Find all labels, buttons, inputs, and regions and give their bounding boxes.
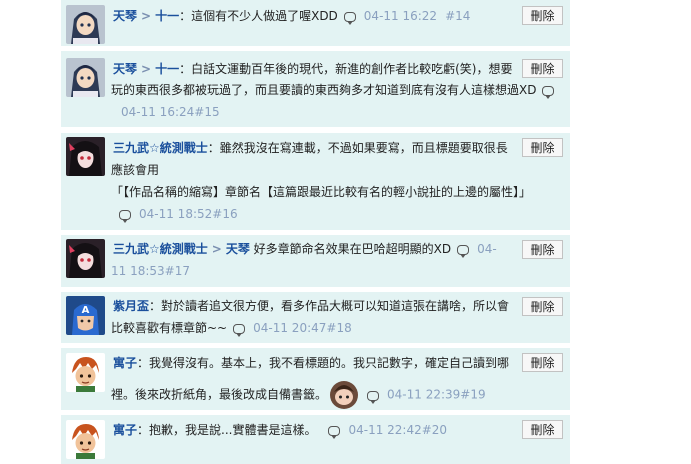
reply-bubble-icon[interactable] [457,245,470,258]
comment-row: A 紫月盃：對於讀者追文很方便，看多作品大概可以知道這張在講啥，所以會 比較喜歡… [61,292,570,343]
avatar[interactable] [66,137,105,176]
comment-text: ：對於讀者追文很方便，看多作品大概可以知道這張在講啥，所以會 [149,299,510,313]
delete-button[interactable]: 刪除 [522,6,563,25]
avatar[interactable] [66,420,105,459]
reply-arrow-icon: > [211,242,222,256]
comment-text: 比較喜歡有標章節~~ [111,321,228,335]
comment-text: 「【作品名稱的縮寫】章節名【這篇跟最近比較有名的輕小說扯的上邊的屬性】」 [111,185,532,199]
comment-row: 寓子：我覺得沒有。基本上，我不看標題的。我只記數字，確定自己讀到哪 裡。後來改折… [61,348,570,410]
reply-bubble-icon[interactable] [328,426,341,439]
reply-to-user[interactable]: 十一 [155,62,179,76]
floor-number: #19 [460,387,486,402]
comment-board: 天琴 > 十一：這個有不少人做過了喔XDD 04-11 16:22 #14 刪除 天琴 >… [61,0,570,464]
username[interactable]: 天琴 [113,62,137,76]
sticker-image [329,380,359,410]
username[interactable]: 天琴 [113,9,137,23]
floor-number: #17 [164,264,190,278]
reply-bubble-icon[interactable] [367,390,380,404]
delete-button[interactable]: 刪除 [522,59,563,78]
reply-to-user[interactable]: 天琴 [226,242,250,256]
floor-number: #14 [445,9,471,23]
reply-arrow-icon: > [141,62,152,76]
comment-text: 玩的東西很多都被玩過了，而且要讀的東西夠多才知道到底有沒有人這樣想過XD [111,83,537,97]
delete-button[interactable]: 刪除 [522,420,563,439]
comment-text: 裡。後來改折紙角，最後改成自備書籤。 [111,387,328,402]
comment-row: 三九武☆統測戰士：雖然我沒在寫連載，不過如果要寫，而且標題要取很長 應該會用 「… [61,133,570,230]
username[interactable]: 紫月盃 [113,299,149,313]
floor-number: #16 [212,207,238,221]
reply-to-user[interactable]: 十一 [155,9,179,23]
floor-number: #15 [194,105,220,119]
comment-text: ：這個有不少人做過了喔XDD [179,9,338,23]
comment-row: 三九武☆統測戰士 > 天琴 好多章節命名效果在巴哈超明顯的XD 04- 11 18:5… [61,235,570,287]
comment-text: ：抱歉，我是說...實體書是這樣。 [137,423,317,437]
comment-text: ：我覺得沒有。基本上，我不看標題的。我只記數字，確定自己讀到哪 [137,356,510,370]
delete-button[interactable]: 刪除 [522,240,563,259]
avatar[interactable] [66,239,105,278]
avatar[interactable] [66,58,105,97]
username[interactable]: 寓子 [113,423,137,437]
reply-bubble-icon[interactable] [343,12,356,25]
reply-bubble-icon[interactable] [233,324,246,337]
comment-row: 天琴 > 十一：白話文運動百年後的現代，新進的創作者比較吃虧(笑)，想要 玩的東西很… [61,51,570,127]
comment-time: 04-11 20:47 [253,321,327,335]
avatar[interactable]: A [66,296,105,335]
floor-number: #18 [326,321,352,335]
comment-time: 04-11 16:22 [363,9,438,23]
comment-time: 04-11 22:42 [348,423,422,437]
username[interactable]: 三九武☆統測戰士 [113,141,208,155]
delete-button[interactable]: 刪除 [522,353,563,372]
username[interactable]: 三九武☆統測戰士 [113,242,208,256]
comment-time-prefix: 04- [477,242,497,256]
comment-text: ：白話文運動百年後的現代，新進的創作者比較吃虧(笑)，想要 [179,62,513,76]
delete-button[interactable]: 刪除 [522,297,563,316]
comment-time: 11 18:53 [111,264,165,278]
delete-button[interactable]: 刪除 [522,138,563,157]
comment-row: 寓子：抱歉，我是說...實體書是這樣。 04-11 22:42#20 刪除 [61,415,570,464]
reply-arrow-icon: > [141,9,152,23]
comment-text: 應該會用 [111,163,160,177]
comment-text: ：雖然我沒在寫連載，不過如果要寫，而且標題要取很長 [207,141,508,155]
avatar[interactable] [66,353,105,392]
reply-bubble-icon[interactable] [119,210,131,223]
floor-number: #20 [421,423,448,437]
avatar[interactable] [66,5,105,44]
svg-text:A: A [82,305,90,316]
username[interactable]: 寓子 [113,356,137,370]
comment-time: 04-11 18:52 [139,207,213,221]
comment-text: 好多章節命名效果在巴哈超明顯的XD [253,242,452,256]
comment-time: 04-11 16:24 [121,105,195,119]
comment-row: 天琴 > 十一：這個有不少人做過了喔XDD 04-11 16:22 #14 刪除 [61,0,570,46]
comment-time: 04-11 22:39 [387,387,461,402]
reply-bubble-icon[interactable] [542,86,555,99]
